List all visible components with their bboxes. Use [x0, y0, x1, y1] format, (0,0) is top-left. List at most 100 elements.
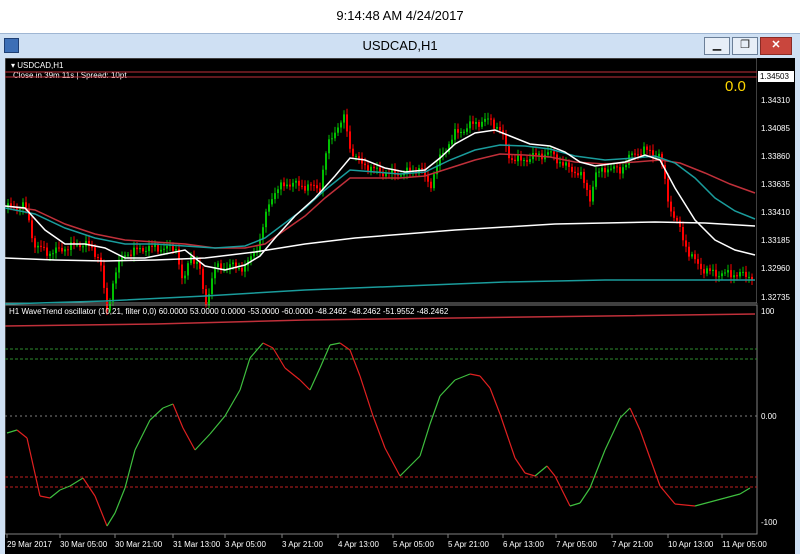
candle-body [190, 256, 192, 264]
candle-body [709, 268, 711, 271]
candle-body [643, 146, 645, 155]
candle-body [631, 153, 633, 155]
symbol-label: USDCAD,H1 [17, 61, 64, 70]
candle-body [142, 248, 144, 252]
candle-body [523, 160, 525, 161]
candle-body [181, 264, 183, 279]
candle-body [475, 122, 477, 124]
candle-body [748, 276, 750, 278]
candle-body [625, 164, 627, 168]
minimize-button[interactable]: ▁ [704, 37, 730, 55]
candle-body [61, 247, 63, 252]
candle-body [268, 204, 270, 212]
oscillator-label: H1 WaveTrend oscillator (10,21, filter 0… [9, 307, 449, 316]
candle-body [604, 167, 606, 173]
candle-body [364, 163, 366, 166]
candle-body [589, 190, 591, 202]
candle-body [295, 180, 297, 183]
price-chart-svg[interactable]: ▾ USDCAD,H1 Close in 39m 11s | Spread: 1… [5, 58, 795, 554]
candle-body [694, 254, 696, 260]
candle-body [697, 259, 699, 264]
candle-body [673, 211, 675, 218]
candle-body [40, 245, 42, 247]
price-axis[interactable]: 1.34503 1.34310 1.34085 1.33860 1.33635 … [757, 58, 795, 303]
candle-body [133, 247, 135, 256]
time-tick-label: 6 Apr 13:00 [503, 540, 544, 549]
candle-body [739, 272, 741, 277]
candle-body [211, 278, 213, 294]
candle-body [493, 119, 495, 129]
candle-body [457, 129, 459, 133]
candle-body [238, 268, 240, 269]
time-tick-label: 29 Mar 2017 [7, 540, 52, 549]
candle-body [691, 254, 693, 257]
candle-body [679, 220, 681, 227]
candle-body [175, 249, 177, 251]
candle-body [577, 173, 579, 176]
candle-body [553, 151, 555, 155]
candle-body [337, 127, 339, 133]
close-button[interactable]: ✕ [760, 37, 792, 55]
candle-body [484, 118, 486, 122]
candle-body [427, 175, 429, 182]
candle-body [712, 269, 714, 271]
candle-body [733, 275, 735, 278]
chart-area[interactable]: ▾ USDCAD,H1 Close in 39m 11s | Spread: 1… [5, 58, 795, 554]
candle-body [718, 276, 720, 278]
candle-body [724, 272, 726, 274]
candle-body [265, 211, 267, 228]
candle-body [433, 174, 435, 189]
price-tick-0: 1.34310 [761, 96, 790, 105]
candle-body [514, 159, 516, 162]
osc-tick-zero: 0.00 [761, 412, 777, 421]
window-titlebar[interactable]: USDCAD,H1 ▁ ❐ ✕ [0, 34, 800, 58]
price-tick-1: 1.34085 [761, 124, 790, 133]
time-tick-label: 11 Apr 05:00 [722, 540, 767, 549]
time-tick-label: 30 Mar 05:00 [60, 540, 108, 549]
candle-body [217, 263, 219, 267]
candle-body [478, 122, 480, 127]
candle-body [505, 134, 507, 146]
candle-body [202, 268, 204, 289]
candle-body [316, 185, 318, 189]
price-tick-4: 1.33410 [761, 208, 790, 217]
time-tick-label: 3 Apr 21:00 [282, 540, 323, 549]
candle-body [343, 114, 345, 123]
candle-body [160, 249, 162, 252]
candle-body [157, 244, 159, 252]
candle-body [685, 240, 687, 247]
candle-body [481, 121, 483, 127]
time-tick-label: 7 Apr 21:00 [612, 540, 653, 549]
candle-body [241, 268, 243, 272]
candle-body [163, 248, 165, 250]
candle-body [538, 153, 540, 156]
candle-body [184, 275, 186, 279]
candle-body [298, 180, 300, 186]
window-title: USDCAD,H1 [362, 38, 438, 53]
price-tick-7: 1.32735 [761, 293, 790, 302]
candle-body [397, 174, 399, 176]
candle-body [325, 153, 327, 170]
candle-body [277, 189, 279, 193]
candle-body [607, 169, 609, 173]
candle-body [592, 186, 594, 202]
candle-body [331, 138, 333, 140]
candle-body [166, 245, 168, 249]
chart-window: USDCAD,H1 ▁ ❐ ✕ ▾ USDCAD,H1 Close in 39m 1… [0, 33, 800, 554]
candle-body [742, 271, 744, 273]
candle-body [574, 171, 576, 174]
current-price-label: 1.34503 [760, 72, 789, 81]
candle-body [145, 251, 147, 253]
candle-body [400, 175, 402, 177]
candle-body [562, 162, 564, 166]
candle-body [586, 182, 588, 190]
osc-tick-100: 100 [761, 307, 775, 316]
candle-body [328, 139, 330, 154]
price-tick-5: 1.33185 [761, 236, 790, 245]
candle-body [598, 171, 600, 173]
candle-body [613, 166, 615, 169]
restore-button[interactable]: ❐ [732, 37, 758, 55]
candle-body [250, 256, 252, 261]
candle-body [730, 270, 732, 278]
candle-body [466, 128, 468, 132]
